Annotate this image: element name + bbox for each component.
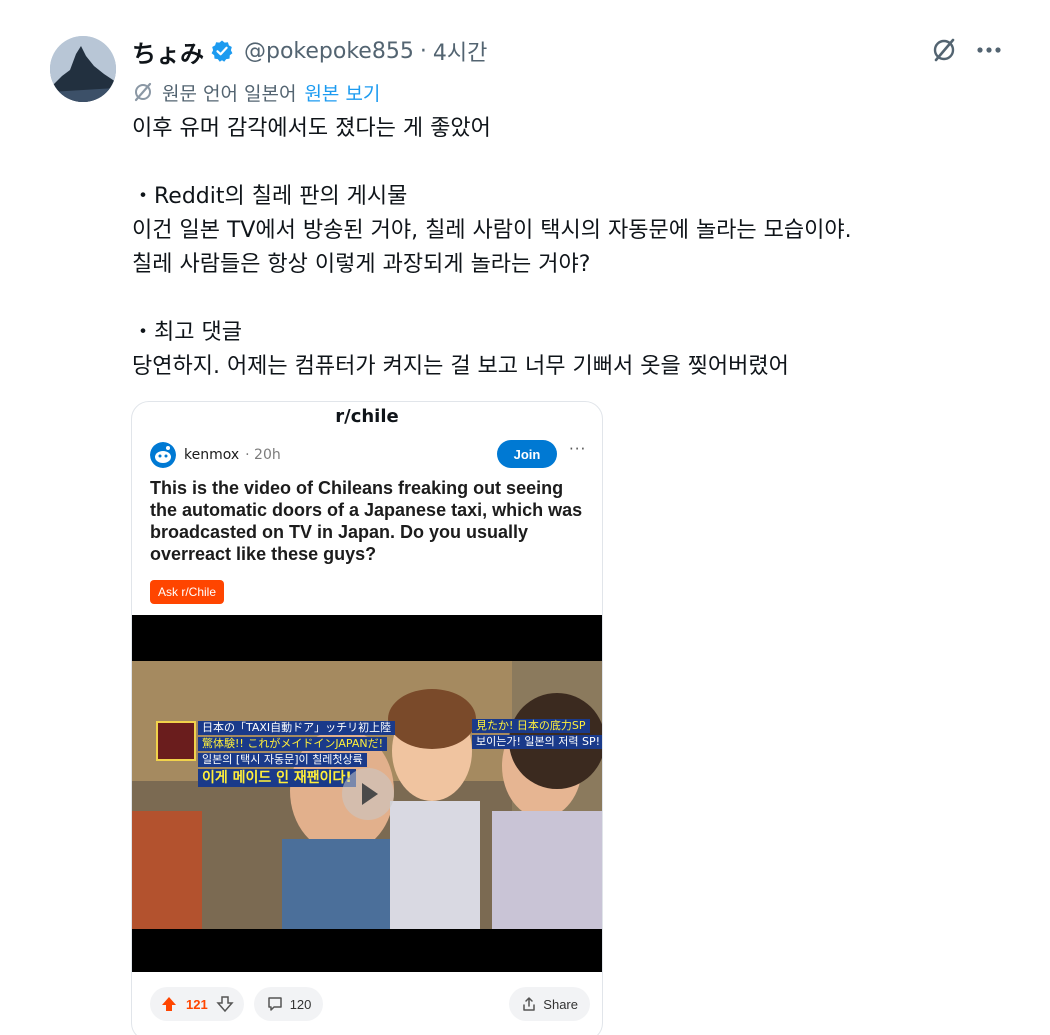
reddit-screenshot-card[interactable]: r/chile kenmox · 20h Join ··· This is th… <box>131 401 603 1035</box>
timestamp[interactable]: 4시간 <box>433 35 487 67</box>
downvote-icon <box>216 996 234 1013</box>
post-time: · 20h <box>245 447 281 463</box>
separator-dot: · <box>419 38 427 64</box>
post-flair: Ask r/Chile <box>150 580 225 604</box>
card-more-icon: ··· <box>569 440 587 458</box>
top-actions <box>930 36 1002 64</box>
upvote-count: 121 <box>186 996 208 1012</box>
video-caption: 驚体験!! これがメイドインJAPANだ! <box>198 737 387 751</box>
tweet-line: 이후 유머 감각에서도 졌다는 게 좋았어 <box>132 116 491 141</box>
more-icon[interactable] <box>976 45 1002 55</box>
subreddit-name: r/chile <box>335 406 399 427</box>
handle[interactable]: @pokepoke855 <box>244 39 414 64</box>
video-caption: 일본의 [택시 자동문]이 칠레첫상륙 <box>198 753 367 767</box>
post-author: kenmox · 20h <box>150 442 281 468</box>
comment-count: 120 <box>289 996 312 1012</box>
tweet-header: ちょみ @pokepoke855 · 4시간 <box>132 34 487 68</box>
comment-icon <box>267 997 282 1011</box>
tweet-line-blank <box>132 146 1012 180</box>
username: kenmox <box>184 447 240 463</box>
tweet-line: 이건 일본 TV에서 방송된 거야, 칠레 사람이 택시의 자동문에 놀라는 모… <box>132 218 852 243</box>
view-original-link[interactable]: 원본 보기 <box>304 79 380 106</box>
upvote-icon <box>162 997 176 1011</box>
vote-control: 121 <box>150 987 244 1021</box>
translation-row: 원문 언어 일본어 원본 보기 <box>132 78 380 106</box>
user-avatar-icon <box>150 442 176 468</box>
grok-icon[interactable] <box>930 36 958 64</box>
tweet-line: ・Reddit의 칠레 판의 게시물 <box>132 184 408 209</box>
post-title: This is the video of Chileans freaking o… <box>150 478 583 564</box>
tweet-line: 당연하지. 어제는 컴퓨터가 켜지는 걸 보고 너무 기뻐서 옷을 찢어버렸어 <box>132 354 789 379</box>
video-caption: 見たか! 日本の底力SP <box>472 719 590 733</box>
post-actions: 121 120 Share <box>150 986 590 1022</box>
play-icon <box>342 768 394 820</box>
share-label: Share <box>543 996 578 1012</box>
join-button: Join <box>497 440 557 468</box>
video-caption: 보이는가! 일본의 저력 SP! <box>472 735 602 749</box>
share-control: Share <box>509 987 590 1021</box>
video-caption: 이게 메이드 인 재팬이다! <box>198 769 356 787</box>
share-icon <box>523 997 536 1011</box>
verified-badge-icon <box>211 40 233 62</box>
translation-label: 원문 언어 일본어 <box>162 82 297 105</box>
display-name[interactable]: ちょみ <box>132 34 204 69</box>
avatar[interactable] <box>50 36 116 102</box>
tweet-text: 이후 유머 감각에서도 졌다는 게 좋았어 ・Reddit의 칠레 판의 게시물… <box>132 112 1012 384</box>
video-overlay-graphic <box>156 721 196 761</box>
translate-icon <box>134 82 152 102</box>
comment-control: 120 <box>253 987 324 1021</box>
tweet-line: 칠레 사람들은 항상 이렇게 과장되게 놀라는 거야? <box>132 252 591 277</box>
tweet-line-blank <box>132 282 1012 316</box>
tweet-line: ・최고 댓글 <box>132 320 242 345</box>
video-caption: 日本の「TAXI自動ドア」ッチリ初上陸 <box>198 721 396 735</box>
video-player: 日本の「TAXI自動ドア」ッチリ初上陸 驚体験!! これがメイドインJAPANだ… <box>132 615 602 972</box>
